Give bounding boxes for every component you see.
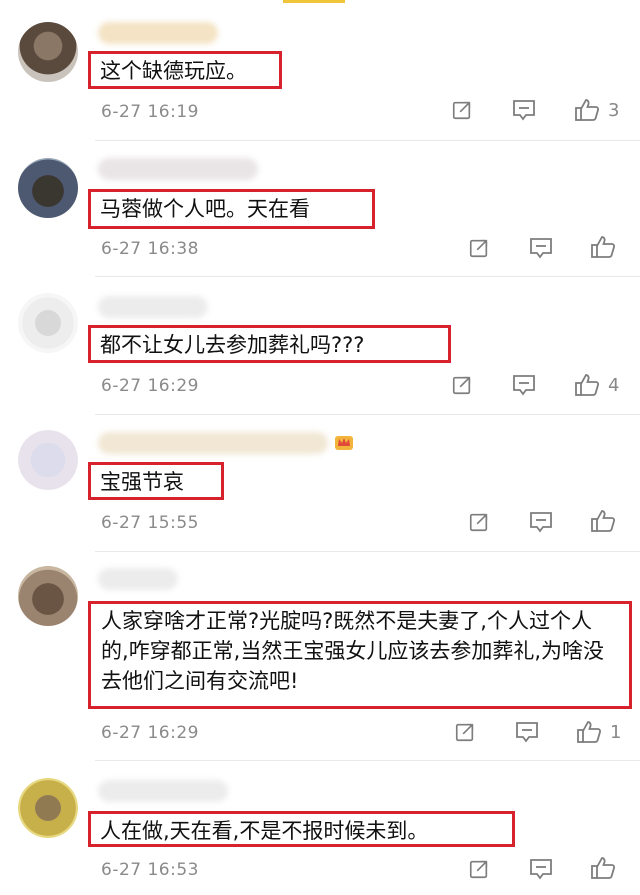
divider: [95, 276, 640, 277]
avatar[interactable]: [18, 158, 78, 218]
share-icon: [469, 239, 488, 258]
comment-text: 人在做,天在看,不是不报时候未到。: [88, 811, 515, 847]
username-blurred[interactable]: [98, 296, 208, 318]
username-blurred[interactable]: [98, 568, 178, 590]
avatar[interactable]: [18, 22, 78, 82]
like-button[interactable]: 1: [576, 720, 621, 744]
divider: [95, 140, 640, 141]
reply-icon: [513, 100, 535, 121]
avatar[interactable]: [18, 293, 78, 353]
share-icon: [469, 513, 488, 532]
like-button[interactable]: [590, 235, 616, 259]
thumbs-up-icon: [591, 236, 616, 258]
like-count: 1: [610, 721, 622, 743]
username-blurred[interactable]: [98, 780, 228, 802]
reply-button[interactable]: [512, 99, 536, 121]
share-button[interactable]: [468, 237, 490, 259]
divider: [95, 551, 640, 552]
share-button[interactable]: [451, 99, 473, 121]
reply-icon: [530, 859, 552, 880]
tab-indicator: [283, 0, 345, 3]
reply-button[interactable]: [512, 374, 536, 396]
avatar[interactable]: [18, 566, 78, 626]
top-edge: [0, 0, 640, 10]
username-blurred[interactable]: [98, 158, 258, 180]
reply-icon: [530, 512, 552, 533]
username-blurred[interactable]: [98, 22, 218, 44]
comment-text: 人家穿啥才正常?光腚吗?既然不是夫妻了,个人过个人的,咋穿都正常,当然王宝强女儿…: [88, 601, 632, 709]
reply-icon: [516, 722, 538, 743]
reply-button[interactable]: [515, 721, 539, 743]
username-blurred[interactable]: [98, 432, 328, 454]
reply-button[interactable]: [529, 858, 553, 880]
comment-timestamp: 6-27 16:29: [101, 376, 199, 396]
crown-badge-icon: [335, 436, 353, 450]
thumbs-up-icon: [577, 721, 602, 743]
share-button[interactable]: [468, 511, 490, 533]
thumbs-up-icon: [591, 857, 616, 879]
like-count: 3: [608, 99, 620, 121]
share-icon: [452, 376, 471, 395]
share-button[interactable]: [454, 721, 476, 743]
comment-timestamp: 6-27 15:55: [101, 513, 199, 533]
comment-text: 马蓉做个人吧。天在看: [88, 189, 375, 229]
share-icon: [455, 723, 474, 742]
divider: [95, 414, 640, 415]
share-button[interactable]: [468, 858, 490, 880]
avatar[interactable]: [18, 430, 78, 490]
share-icon: [469, 860, 488, 879]
reply-icon: [513, 375, 535, 396]
thumbs-up-icon: [575, 374, 600, 396]
comment-timestamp: 6-27 16:53: [101, 860, 199, 880]
like-button[interactable]: 3: [574, 98, 619, 122]
comment-text: 都不让女儿去参加葬礼吗???: [88, 325, 451, 363]
avatar[interactable]: [18, 778, 78, 838]
comment-timestamp: 6-27 16:19: [101, 102, 199, 122]
divider: [95, 760, 640, 761]
comment-text: 这个缺德玩应。: [88, 51, 282, 89]
reply-icon: [530, 238, 552, 259]
thumbs-up-icon: [591, 510, 616, 532]
comment-timestamp: 6-27 16:38: [101, 239, 199, 259]
comment-text: 宝强节哀: [88, 462, 224, 500]
reply-button[interactable]: [529, 511, 553, 533]
like-button[interactable]: 4: [574, 373, 619, 397]
comment-timestamp: 6-27 16:29: [101, 723, 199, 743]
like-button[interactable]: [590, 509, 616, 533]
share-icon: [452, 101, 471, 120]
thumbs-up-icon: [575, 99, 600, 121]
reply-button[interactable]: [529, 237, 553, 259]
like-button[interactable]: [590, 856, 616, 880]
like-count: 4: [608, 374, 620, 396]
share-button[interactable]: [451, 374, 473, 396]
